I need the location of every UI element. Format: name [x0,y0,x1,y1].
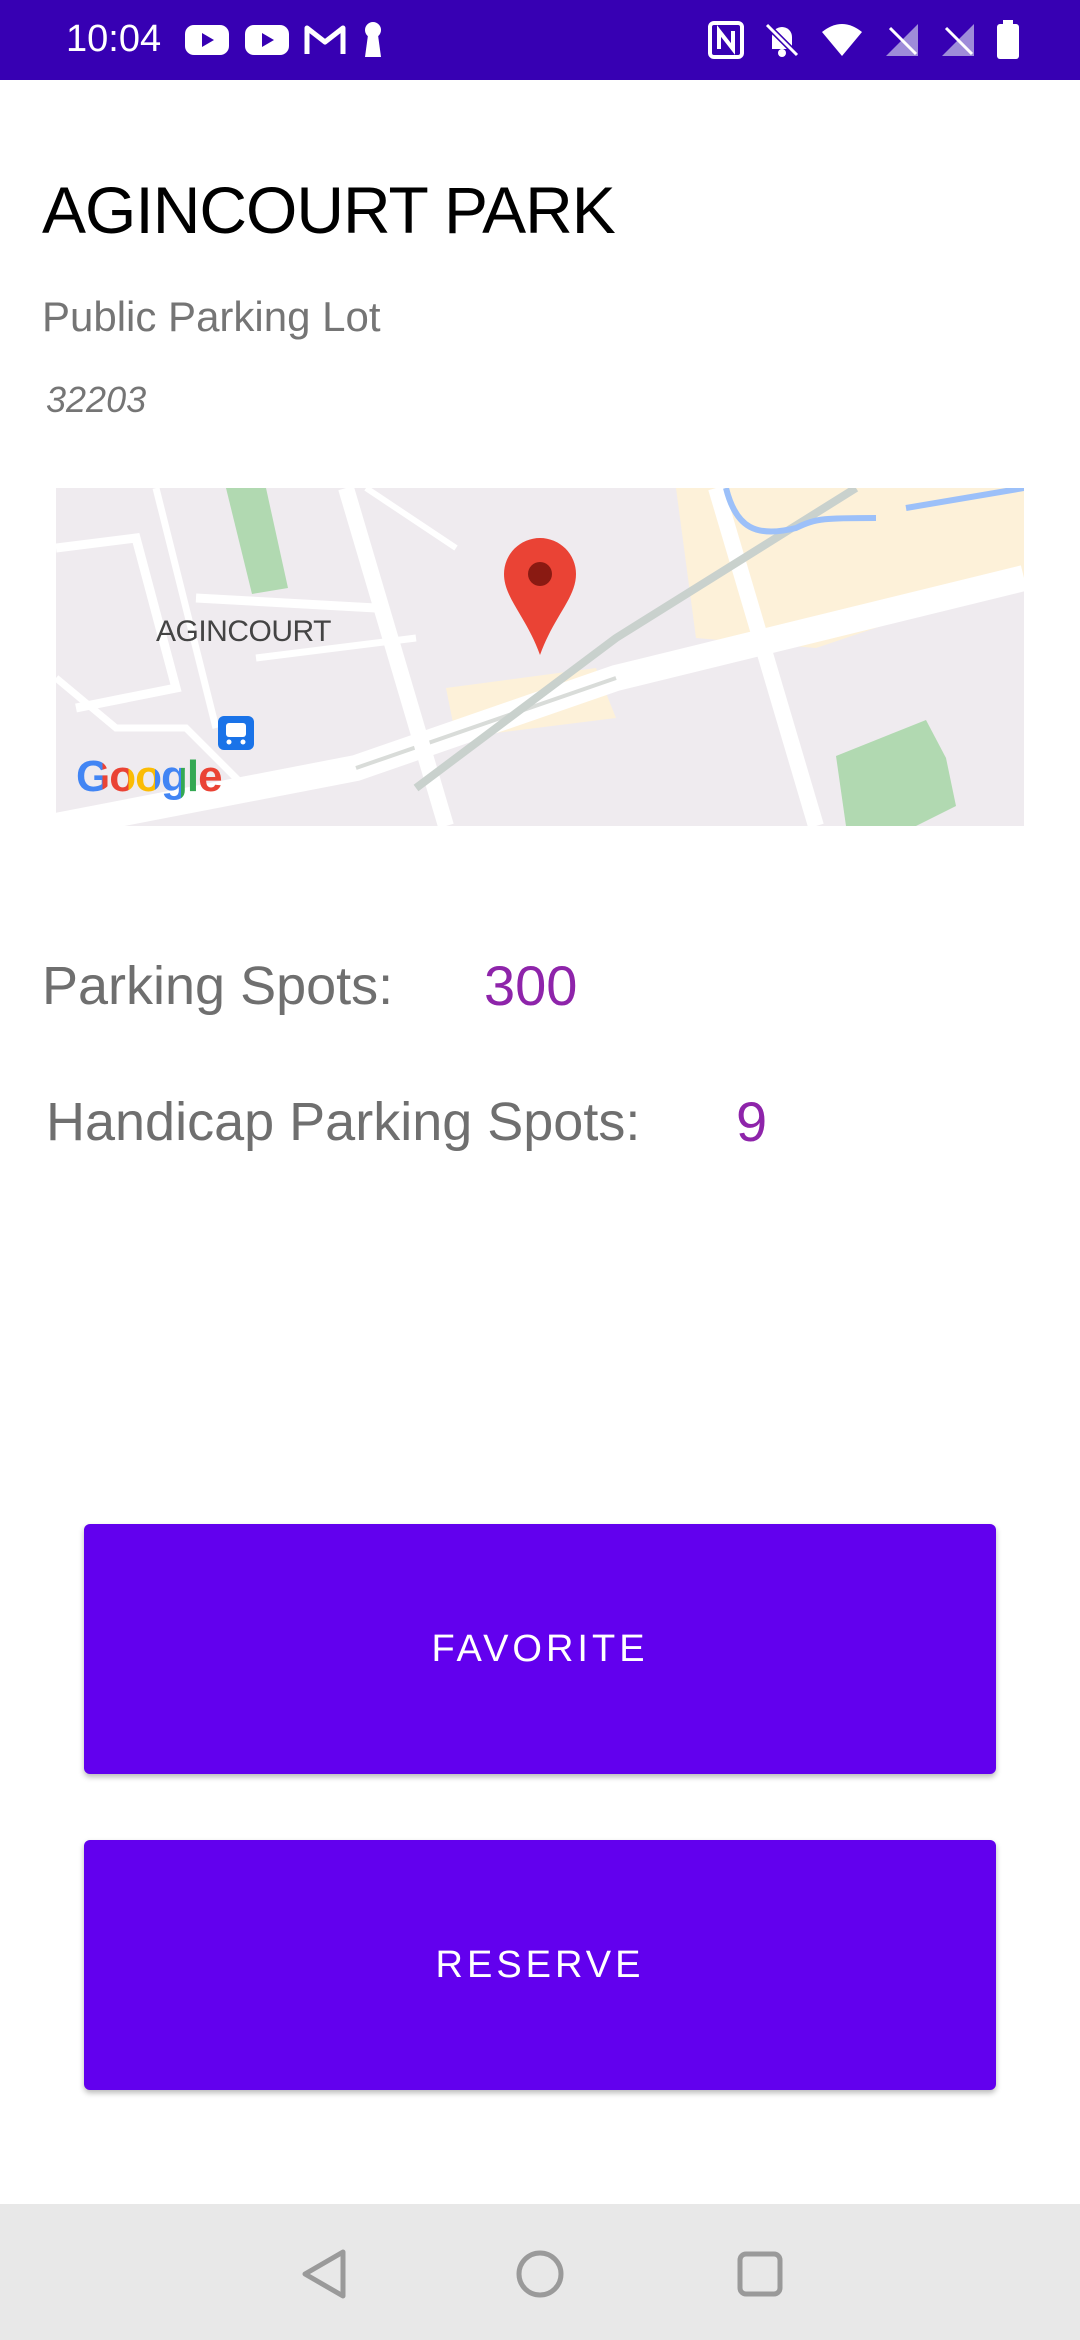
gmail-icon [304,24,346,56]
system-icons [708,16,1020,64]
bell-off-icon [764,21,800,59]
handicap-spots-row: Handicap Parking Spots: 9 [0,1082,1080,1162]
lot-zip: 32203 [46,379,147,420]
status-bar: 10:04 [0,0,1080,80]
navigation-bar [0,2204,1080,2340]
wifi-icon [820,22,864,58]
handicap-spots-value: 9 [736,1090,768,1153]
google-logo: Google [76,752,223,802]
favorite-button[interactable]: FAVORITE [84,1524,996,1774]
home-icon[interactable] [508,2242,572,2306]
parking-spots-value: 300 [484,954,578,1017]
reserve-button[interactable]: RESERVE [84,1840,996,2090]
notification-icons [184,18,386,62]
map-area-label: AGINCOURT [156,615,331,648]
lot-name: AGINCOURT PARK [42,173,616,247]
nfc-icon [708,21,744,59]
recents-icon[interactable] [728,2242,792,2306]
signal-off-icon [884,22,920,58]
train-icon [218,716,254,750]
status-time: 10:04 [66,18,162,60]
youtube-icon [184,23,230,57]
back-icon[interactable] [292,2242,356,2306]
signal-off-icon [940,22,976,58]
battery-icon [996,20,1020,60]
lot-type: Public Parking Lot [42,293,381,340]
google-logo-text: Google [76,752,223,801]
handicap-spots-label: Handicap Parking Spots: [46,1092,641,1152]
parking-spots-label: Parking Spots: [42,956,394,1016]
map-view[interactable]: AGINCOURT Google [56,488,1024,826]
parking-spots-row: Parking Spots: 300 [0,946,1080,1026]
keyhole-icon [360,21,386,59]
youtube-icon [244,23,290,57]
